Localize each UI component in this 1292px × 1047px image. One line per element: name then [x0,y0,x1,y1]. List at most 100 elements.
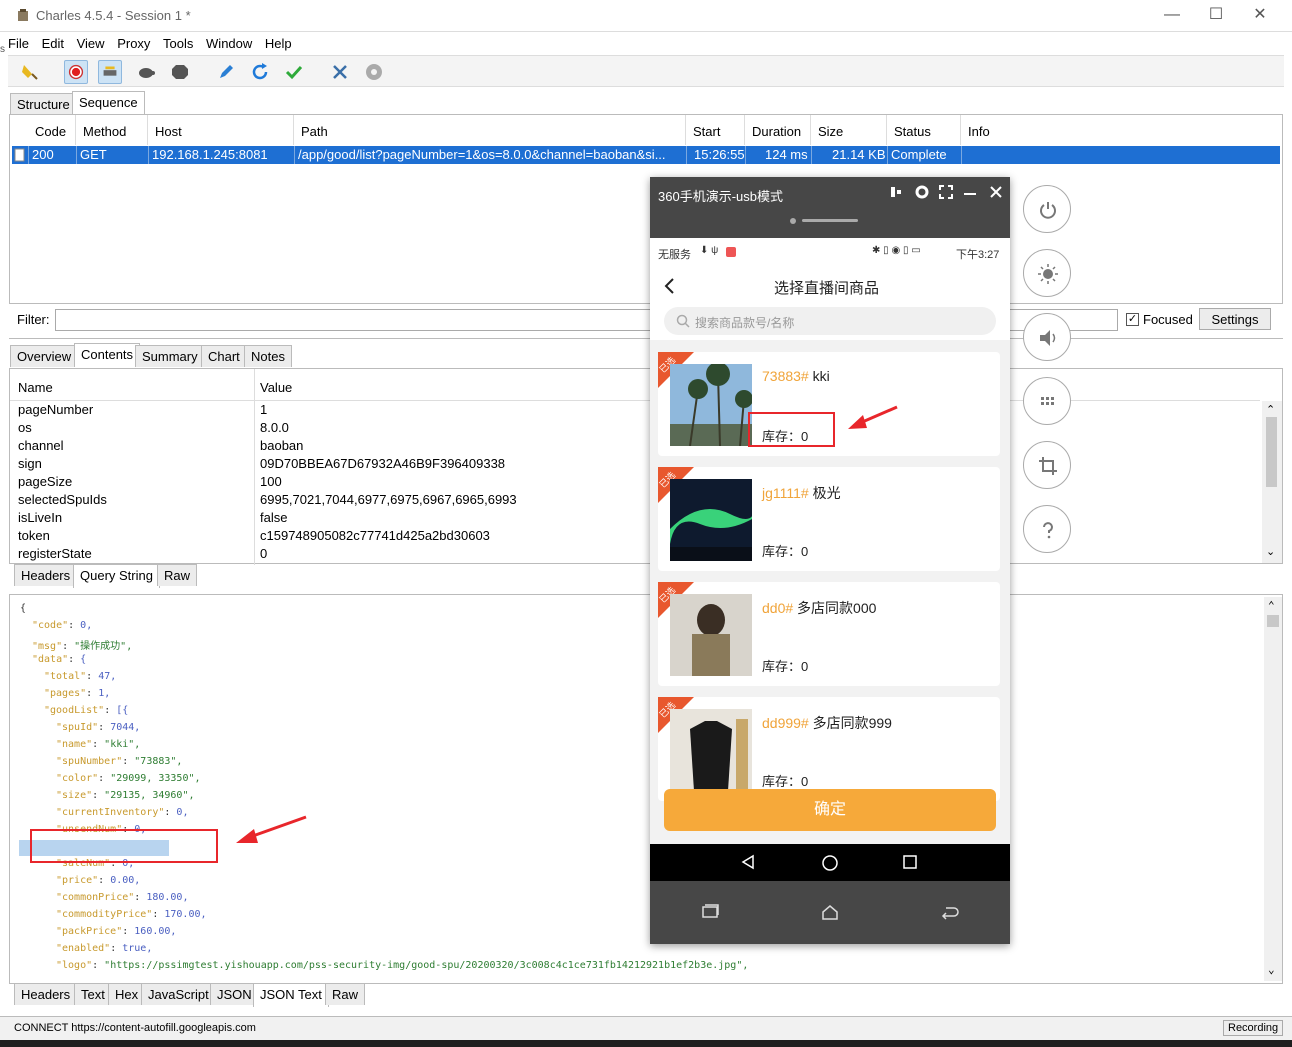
phone-screen: 无服务 ⬇ ψ ✱ ▯ ◉ ▯ ▭ 下午3:27 选择直播间商品 搜索商品款号/… [650,238,1010,844]
tab-request-headers[interactable]: Headers [14,564,78,586]
column-header-code[interactable]: Code [28,115,76,145]
menu-proxy[interactable]: Proxy [117,33,150,51]
fullscreen-icon[interactable] [938,184,954,200]
json-line: "color": "29099, 33350", [56,773,201,784]
json-line: "code": 0, [32,620,93,631]
maximize-button[interactable]: ☐ [1194,4,1238,28]
product-code: 73883# kki [762,368,830,384]
stop-icon[interactable] [168,60,192,84]
menu-edit[interactable]: Edit [42,33,64,51]
speaker-slot [802,219,858,222]
param-row[interactable]: token c159748905082c77741d425a2bd30603 [10,528,1260,546]
json-line: "commonPrice": 180.00, [56,892,189,903]
tab-contents[interactable]: Contents [74,343,141,367]
emulator-minimize-icon[interactable] [964,193,976,195]
cast-icon[interactable] [888,184,904,200]
turtle-icon[interactable] [134,60,158,84]
document-icon [14,148,25,162]
vertical-scrollbar[interactable]: ⌃ ⌄ [1262,401,1282,563]
tab-chart[interactable]: Chart [201,345,247,367]
column-header-path[interactable]: Path [294,115,686,145]
stock-text: 库存：0 [762,774,809,789]
param-row[interactable]: sign 09D70BBEA67D67932A46B9F396409338 [10,456,1260,474]
crop-icon [1039,457,1057,475]
broom-icon[interactable] [18,60,42,84]
column-header-duration[interactable]: Duration [745,115,811,145]
param-row[interactable]: channel baoban [10,438,1260,456]
close-button[interactable]: ✕ [1238,4,1282,28]
focused-checkbox[interactable]: ✓ [1126,313,1139,326]
product-card[interactable]: 已选 dd999# 多店同款999 库存：0 [657,697,1000,801]
brightness-button[interactable] [1023,249,1071,297]
help-button[interactable] [1023,505,1071,553]
column-header-info[interactable]: Info [961,115,1281,145]
pen-icon[interactable] [214,60,238,84]
json-text-view[interactable]: {"code": 0, "msg": "操作成功", "data": {"total… [9,594,1283,984]
tab-notes[interactable]: Notes [244,345,292,367]
param-row[interactable]: isLiveIn false [10,510,1260,528]
throttle-icon[interactable] [98,60,122,84]
menu-file[interactable]: File [8,33,29,51]
json-line: "commodityPrice": 170.00, [56,909,207,920]
refresh-icon[interactable] [248,60,272,84]
product-card[interactable]: 已选 jg1111# 极光 库存：0 [657,467,1000,571]
column-header-host[interactable]: Host [148,115,294,145]
crop-button[interactable] [1023,441,1071,489]
volume-button[interactable] [1023,313,1071,361]
recording-badge[interactable]: Recording [1223,1020,1284,1036]
menu-tools[interactable]: Tools [163,33,193,51]
check-icon[interactable] [282,60,306,84]
tab-hex[interactable]: Hex [108,983,146,1005]
tab-json-text[interactable]: JSON Text [253,983,329,1007]
param-row[interactable]: pageNumber 1 [10,402,1260,420]
return-icon[interactable] [940,904,960,920]
minimize-button[interactable]: — [1150,4,1194,28]
tab-structure[interactable]: Structure [10,93,77,115]
charles-app-icon [18,9,28,21]
tab-response-headers[interactable]: Headers [14,983,78,1005]
tab-sequence[interactable]: Sequence [72,91,145,115]
tab-request-raw[interactable]: Raw [157,564,198,586]
param-row[interactable]: pageSize 100 [10,474,1260,492]
tools-icon[interactable] [328,60,352,84]
tab-query-string[interactable]: Query String [73,564,160,588]
home-icon[interactable] [820,904,840,920]
product-card[interactable]: 已选 dd0# 多店同款000 库存：0 [657,582,1000,686]
nav-back-icon[interactable] [740,854,756,870]
stock-text: 库存：0 [762,544,809,559]
back-arrow-icon[interactable] [662,276,678,296]
table-row[interactable]: 200 GET 192.168.1.245:8081 /app/good/lis… [12,146,1280,164]
tab-summary[interactable]: Summary [135,345,205,367]
column-header-status[interactable]: Status [887,115,961,145]
tab-text[interactable]: Text [74,983,112,1005]
column-header-start[interactable]: Start [686,115,745,145]
emulator-settings-icon[interactable] [914,184,930,200]
nav-recents-icon[interactable] [902,854,918,870]
settings-button[interactable]: Settings [1199,308,1271,330]
emulator-close-icon[interactable] [988,184,1004,200]
settings-gear-icon[interactable] [362,60,386,84]
record-icon[interactable] [64,60,88,84]
menu-help[interactable]: Help [265,33,292,51]
keypad-button[interactable] [1023,377,1071,425]
json-scrollbar[interactable]: ⌃ ⌄ [1264,597,1282,981]
tab-json[interactable]: JSON [210,983,259,1005]
menu-window[interactable]: Window [206,33,252,51]
tab-overview[interactable]: Overview [10,345,79,367]
column-header-size[interactable]: Size [811,115,887,145]
param-row[interactable]: registerState 0 [10,546,1260,564]
android-status-bar: 无服务 ⬇ ψ ✱ ▯ ◉ ▯ ▭ 下午3:27 [650,238,1010,266]
menu-view[interactable]: View [77,33,105,51]
tab-response-raw[interactable]: Raw [325,983,366,1005]
scroll-up-icon: ⌃ [1266,404,1276,416]
column-header-method[interactable]: Method [76,115,148,145]
recent-apps-icon[interactable] [700,904,720,920]
download-icon: ⬇ ψ [700,245,719,256]
tab-javascript[interactable]: JavaScript [141,983,216,1005]
nav-home-icon[interactable] [821,854,839,872]
search-input[interactable]: 搜索商品款号/名称 [664,307,996,335]
power-button[interactable] [1023,185,1071,233]
confirm-button[interactable]: 确定 [664,789,996,831]
param-row[interactable]: os 8.0.0 [10,420,1260,438]
param-row[interactable]: selectedSpuIds 6995,7021,7044,6977,6975,6… [10,492,1260,510]
